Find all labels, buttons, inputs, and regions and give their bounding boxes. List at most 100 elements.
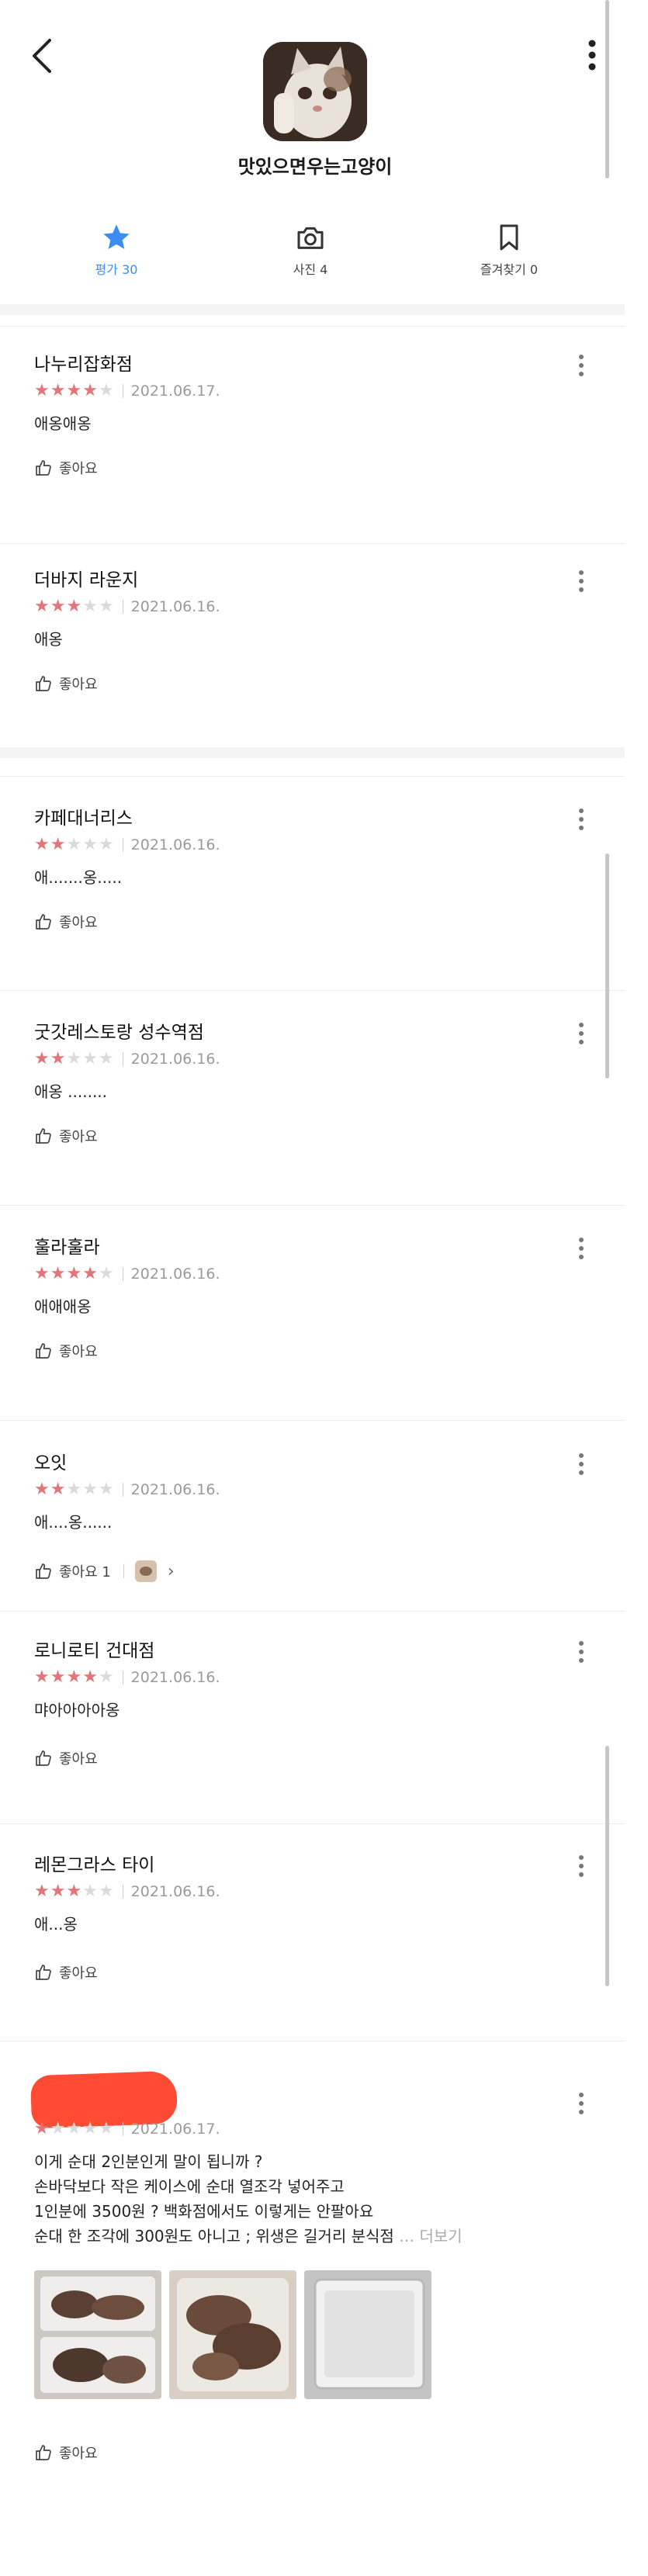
like-button[interactable]: 좋아요 <box>34 2443 98 2463</box>
star-filled-icon: ★ <box>50 1882 67 1901</box>
star-rating: ★★★★★ <box>34 381 115 401</box>
star-empty-icon: ★ <box>82 1882 99 1901</box>
divider <box>0 1611 625 1612</box>
review-line: 1인분에 3500원 ? 백화점에서도 이렇게는 안팔아요 <box>34 2202 374 2221</box>
place-name[interactable]: 로니로티 건대점 <box>34 1636 154 1662</box>
liker-avatar <box>134 1560 157 1582</box>
star-empty-icon: ★ <box>98 1667 115 1687</box>
review-more-button[interactable] <box>576 806 587 833</box>
review-photo[interactable] <box>169 2270 296 2399</box>
review-line: 손바닥보다 작은 케이스에 순대 열조각 넣어주고 <box>34 2177 345 2196</box>
place-name[interactable]: 더바지 라운지 <box>34 565 138 591</box>
rating-row: ★★★★★ 2021.06.17. <box>34 2118 220 2140</box>
like-button[interactable]: 좋아요 1 › <box>34 1560 175 1582</box>
review-text: 애....옹...... <box>34 1513 113 1532</box>
review-date: 2021.06.16. <box>130 1669 220 1686</box>
likers-preview[interactable]: › <box>119 1560 175 1582</box>
rating-row: ★★★★★ 2021.06.17. <box>34 380 220 402</box>
like-button[interactable]: 좋아요 <box>34 458 98 478</box>
more-vertical-icon <box>579 1453 584 1475</box>
divider <box>0 776 625 777</box>
back-button[interactable] <box>28 34 59 78</box>
like-label: 좋아요 <box>59 1344 98 1360</box>
avatar[interactable] <box>263 42 367 141</box>
review-photos <box>34 2270 431 2399</box>
thumbs-up-icon <box>36 1750 51 1766</box>
more-vertical-icon <box>579 808 584 830</box>
divider <box>0 1823 625 1824</box>
review-text: 애애애옹 <box>34 1297 92 1316</box>
star-filled-icon: ★ <box>34 597 50 616</box>
rating-row: ★★★★★ 2021.06.16. <box>34 1881 220 1903</box>
profile-nickname: 맛있으면우는고양이 <box>237 156 393 178</box>
place-name[interactable]: 굿갓레스토랑 성수역점 <box>34 1017 204 1044</box>
star-empty-icon: ★ <box>50 2119 67 2138</box>
review-more-button[interactable] <box>576 568 587 594</box>
like-label: 좋아요 <box>59 461 98 477</box>
like-button[interactable]: 좋아요 <box>34 1962 98 1982</box>
like-label: 좋아요 <box>59 1965 98 1982</box>
place-name[interactable]: 나누리잡화점 <box>34 349 133 376</box>
scrollbar-thumb[interactable] <box>605 1746 609 1986</box>
review-more-button[interactable] <box>576 1020 587 1047</box>
tab-label: 평가 30 <box>95 262 138 277</box>
review-date: 2021.06.16. <box>130 1051 220 1068</box>
star-empty-icon: ★ <box>66 1049 83 1068</box>
tab-label: 사진 4 <box>293 262 328 277</box>
camera-icon <box>297 227 324 249</box>
star-empty-icon: ★ <box>98 1264 115 1283</box>
tab-reviews[interactable]: 평가 30 <box>39 222 194 278</box>
review-photo[interactable] <box>34 2270 161 2399</box>
star-filled-icon: ★ <box>34 1667 50 1687</box>
star-empty-icon: ★ <box>66 2119 83 2138</box>
food-photo-image <box>169 2270 296 2399</box>
star-empty-icon: ★ <box>98 1480 115 1499</box>
star-filled-icon: ★ <box>66 597 83 616</box>
review-more-button[interactable] <box>576 1639 587 1665</box>
review-photo[interactable] <box>304 2270 431 2399</box>
place-name[interactable]: 오잇 <box>34 1448 67 1474</box>
rating-row: ★★★★★ 2021.06.16. <box>34 1048 220 1070</box>
section-divider <box>0 304 625 315</box>
more-options-button[interactable] <box>584 36 600 74</box>
place-name[interactable]: 훌라훌라 <box>34 1232 100 1259</box>
star-rating: ★★★★★ <box>34 2119 115 2139</box>
star-filled-icon: ★ <box>50 835 67 854</box>
review-more-button[interactable] <box>576 1451 587 1477</box>
star-filled-icon: ★ <box>82 1667 99 1687</box>
place-name[interactable]: 카페대너리스 <box>34 803 133 829</box>
star-filled-icon: ★ <box>50 1264 67 1283</box>
review-more-button[interactable] <box>576 1235 587 1262</box>
thumbs-up-icon <box>36 1343 51 1359</box>
like-label: 좋아요 <box>59 1751 98 1768</box>
star-icon <box>103 224 130 249</box>
tab-photos[interactable]: 사진 4 <box>233 222 388 278</box>
scrollbar-thumb[interactable] <box>605 853 609 1079</box>
read-more-link[interactable]: 더보기 <box>420 2227 463 2245</box>
thumbs-up-icon <box>36 676 51 691</box>
review-date: 2021.06.16. <box>130 1481 220 1498</box>
like-button[interactable]: 좋아요 <box>34 912 98 932</box>
like-button[interactable]: 좋아요 <box>34 1341 98 1361</box>
scrollbar-thumb[interactable] <box>605 0 609 178</box>
star-filled-icon: ★ <box>50 1667 67 1687</box>
star-filled-icon: ★ <box>50 1480 67 1499</box>
review-more-button[interactable] <box>576 2090 587 2117</box>
tab-saved[interactable]: 즐겨찾기 0 <box>431 222 587 278</box>
place-name[interactable]: 레몬그라스 타이 <box>34 1850 154 1876</box>
star-filled-icon: ★ <box>66 381 83 400</box>
more-vertical-icon <box>579 355 584 376</box>
like-button[interactable]: 좋아요 <box>34 1126 98 1146</box>
review-text: 애...옹 <box>34 1915 78 1934</box>
review-more-button[interactable] <box>576 352 587 379</box>
review-text: 애옹 <box>34 630 63 649</box>
like-button[interactable]: 좋아요 <box>34 1748 98 1768</box>
star-rating: ★★★★★ <box>34 1480 115 1500</box>
star-empty-icon: ★ <box>98 381 115 400</box>
review-line: 이게 순대 2인분인게 말이 됩니까 ? <box>34 2152 263 2171</box>
food-photo-image <box>304 2270 431 2399</box>
review-date: 2021.06.16. <box>130 598 220 615</box>
like-button[interactable]: 좋아요 <box>34 673 98 694</box>
review-more-button[interactable] <box>576 1853 587 1879</box>
like-label: 좋아요 <box>59 1129 98 1145</box>
